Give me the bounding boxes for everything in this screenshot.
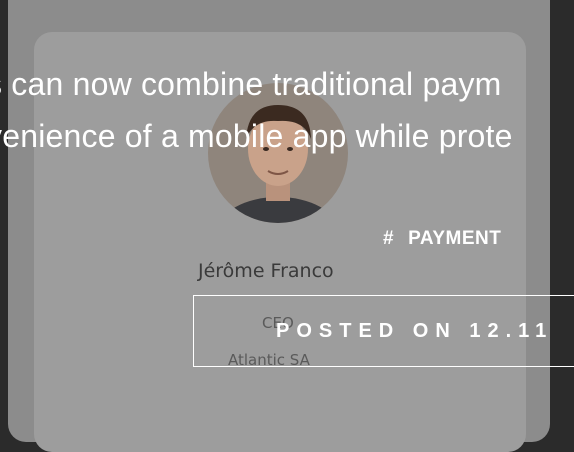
posted-on-box: POSTED ON 12.11 (193, 295, 574, 367)
person-name: Jérôme Franco (198, 260, 334, 282)
posted-on-label: POSTED ON 12.11 (276, 320, 554, 342)
article-text-line-2: venience of a mobile app while prote (0, 118, 513, 154)
hash-icon: # (383, 228, 395, 249)
article-text-line-1: s can now combine traditional paym (0, 66, 502, 102)
tag-label: PAYMENT (408, 228, 502, 249)
tag-payment[interactable]: # PAYMENT (383, 228, 501, 250)
